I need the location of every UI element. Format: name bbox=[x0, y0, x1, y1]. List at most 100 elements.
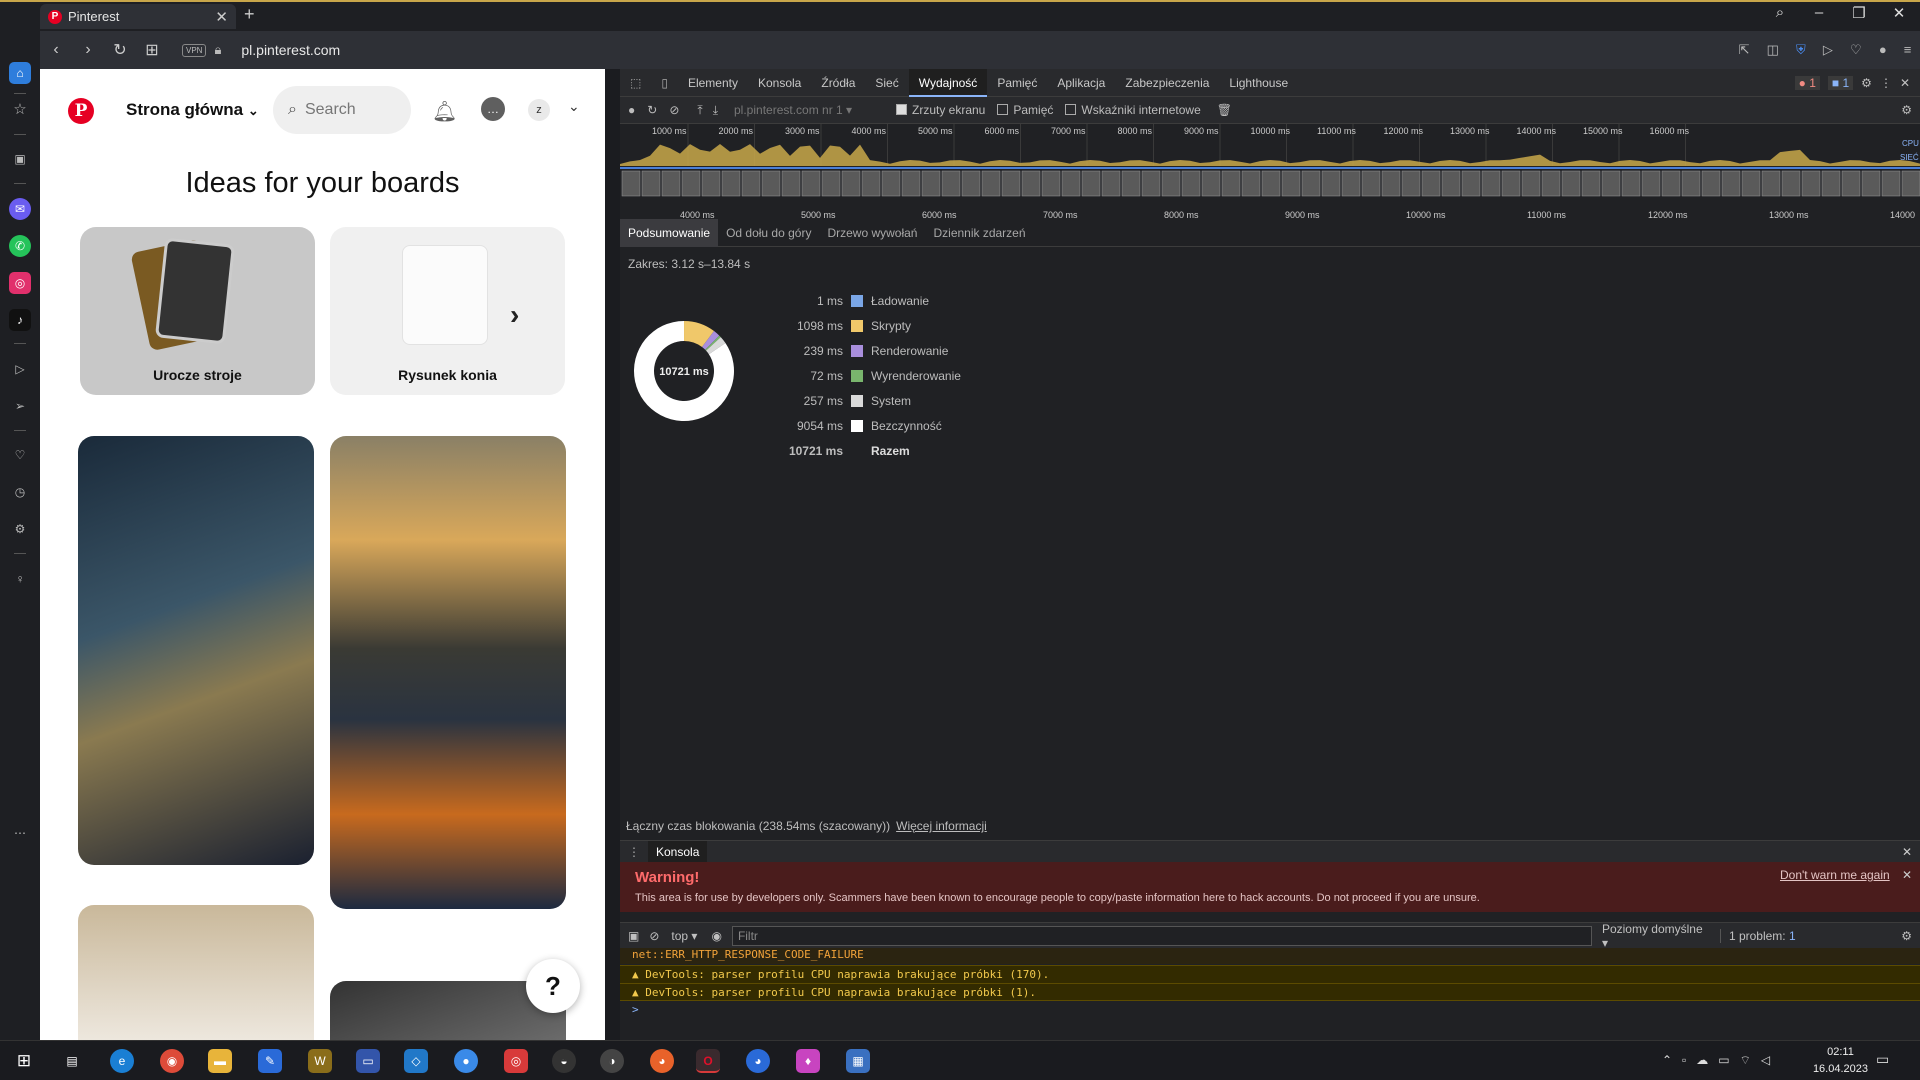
history-icon[interactable]: ◷ bbox=[9, 481, 31, 503]
whatsapp-icon[interactable]: ✆ bbox=[9, 235, 31, 257]
details-tab-1[interactable]: Od dołu do góry bbox=[718, 219, 819, 247]
device-toggle-icon[interactable]: ▯ bbox=[651, 69, 678, 97]
system-clock[interactable]: 02:11 16.04.2023 bbox=[1813, 1044, 1868, 1078]
globe-icon[interactable]: ◑ bbox=[600, 1049, 624, 1073]
context-select[interactable]: top ▾ bbox=[671, 929, 697, 943]
close-window-icon[interactable]: ✕ bbox=[1884, 4, 1914, 22]
more-icon[interactable]: ⋯ bbox=[9, 822, 31, 844]
devtools-close-icon[interactable]: ✕ bbox=[1900, 76, 1910, 90]
drawer-close-icon[interactable]: ✕ bbox=[1902, 845, 1912, 859]
messages-badge[interactable]: ■ 1 bbox=[1827, 75, 1854, 90]
player-icon[interactable]: ▷ bbox=[9, 358, 31, 380]
search-input[interactable]: ⌕ Search bbox=[273, 86, 411, 134]
devtools-tab-6[interactable]: Aplikacja bbox=[1047, 69, 1115, 97]
pin-image-coast[interactable] bbox=[330, 436, 566, 909]
reload-record-icon[interactable]: ↻ bbox=[647, 103, 657, 117]
heart-icon[interactable]: ♡ bbox=[9, 444, 31, 466]
devtools-tab-7[interactable]: Zabezpieczenia bbox=[1115, 69, 1219, 97]
checkbox-screenshots[interactable]: Zrzuty ekranu bbox=[884, 103, 985, 117]
record-icon[interactable]: ● bbox=[628, 103, 635, 117]
details-tab-2[interactable]: Drzewo wywołań bbox=[819, 219, 925, 247]
trash-icon[interactable]: 🗑︎ bbox=[1217, 103, 1232, 117]
menu-icon[interactable]: ≡ bbox=[1904, 42, 1912, 58]
devtools-tab-1[interactable]: Konsola bbox=[748, 69, 811, 97]
tiktok-icon[interactable]: ♪ bbox=[9, 309, 31, 331]
search-tabs-icon[interactable]: ⌕ bbox=[1765, 4, 1795, 21]
bell-icon[interactable]: 🔔︎ bbox=[432, 99, 457, 124]
app-icon[interactable]: ✎ bbox=[258, 1049, 282, 1073]
details-tab-0[interactable]: Podsumowanie bbox=[620, 218, 719, 247]
filter-input[interactable]: Filtr bbox=[731, 925, 1592, 946]
chevron-down-icon[interactable]: ⌄ bbox=[568, 98, 580, 115]
help-button[interactable]: ? bbox=[526, 959, 580, 1013]
capture-settings-icon[interactable]: ⚙ bbox=[1901, 103, 1912, 117]
browser-tab[interactable]: P Pinterest ✕ bbox=[40, 4, 236, 29]
devtools-tab-2[interactable]: Źródła bbox=[811, 69, 865, 97]
reload-icon[interactable]: ↻ bbox=[104, 40, 136, 60]
chrome-icon[interactable]: ◉ bbox=[160, 1049, 184, 1073]
firefox-icon[interactable]: ◕ bbox=[650, 1049, 674, 1073]
upload-icon[interactable]: ⤒ bbox=[697, 103, 702, 118]
drawer-menu-icon[interactable]: ⋮ bbox=[628, 845, 640, 859]
drop-app-icon[interactable]: ♦ bbox=[796, 1049, 820, 1073]
share-icon[interactable]: ⇱ bbox=[1739, 42, 1750, 58]
clear-icon[interactable]: ⊘ bbox=[669, 103, 679, 117]
camera-icon[interactable]: ◫ bbox=[1767, 42, 1779, 58]
vscode-icon[interactable]: ◇ bbox=[404, 1049, 428, 1073]
board-card-outfits[interactable]: Urocze stroje bbox=[80, 227, 315, 395]
tab-close-icon[interactable]: ✕ bbox=[215, 8, 228, 26]
tray-icons[interactable]: ⌃▫☁▭⌔◁ bbox=[1662, 1053, 1780, 1068]
avatar[interactable]: z bbox=[528, 99, 550, 121]
vpn-badge[interactable]: VPN bbox=[182, 43, 207, 57]
console-clear-icon[interactable]: ⊘ bbox=[649, 929, 659, 943]
home-icon[interactable]: ⌂ bbox=[9, 62, 31, 84]
devtools-tab-0[interactable]: Elementy bbox=[678, 69, 748, 97]
store-icon[interactable]: ▭ bbox=[356, 1049, 380, 1073]
windows-start-icon[interactable]: ⊞ bbox=[12, 1049, 36, 1073]
instagram-icon[interactable]: ◎ bbox=[9, 272, 31, 294]
board-card-horse-drawing[interactable]: Rysunek konia bbox=[330, 227, 565, 395]
home-dropdown[interactable]: Strona główna ⌄ bbox=[126, 100, 259, 120]
send-page-icon[interactable]: ▷ bbox=[1823, 42, 1833, 58]
timeline-overview[interactable]: 1000 ms 2000 ms 3000 ms 4000 ms 5000 ms 6000 … bbox=[620, 124, 1920, 284]
file-explorer-icon[interactable]: ▬ bbox=[208, 1049, 232, 1073]
forward-icon[interactable]: › bbox=[72, 41, 104, 59]
warning-close-icon[interactable]: ✕ bbox=[1902, 868, 1912, 882]
tabs-grid-icon[interactable]: ⊞ bbox=[136, 40, 168, 60]
minimize-icon[interactable]: – bbox=[1804, 4, 1834, 21]
bulb-icon[interactable]: ♀ bbox=[9, 568, 31, 590]
send-icon[interactable]: ➢ bbox=[9, 395, 31, 417]
chevron-right-icon[interactable]: › bbox=[510, 299, 519, 331]
issues-button[interactable]: 1 problem: 1 bbox=[1719, 928, 1796, 943]
bookmark-heart-icon[interactable]: ♡ bbox=[1850, 42, 1862, 58]
shield-icon[interactable]: ⛨ bbox=[1796, 42, 1806, 58]
settings-icon[interactable]: ⚙ bbox=[9, 518, 31, 540]
devtools-tab-3[interactable]: Sieć bbox=[865, 69, 908, 97]
edge-icon[interactable]: e bbox=[110, 1049, 134, 1073]
download-icon[interactable]: ⤓ bbox=[713, 103, 718, 118]
checkbox-web-vitals[interactable]: Wskaźniki internetowe bbox=[1053, 103, 1201, 117]
new-tab-button[interactable]: + bbox=[244, 4, 255, 25]
messages-icon[interactable]: … bbox=[481, 97, 505, 121]
calculator-icon[interactable]: ▦ bbox=[846, 1049, 870, 1073]
bag-icon[interactable]: ▣ bbox=[9, 148, 31, 170]
devtools-tab-5[interactable]: Pamięć bbox=[987, 69, 1047, 97]
star-icon[interactable]: ☆ bbox=[9, 99, 31, 121]
opera-taskbar-icon[interactable]: O bbox=[696, 1049, 720, 1073]
pin-image-dragon[interactable] bbox=[78, 436, 314, 865]
profile-icon[interactable]: ● bbox=[1879, 42, 1887, 58]
errors-badge[interactable]: ● 1 bbox=[1794, 75, 1820, 90]
devtools-settings-icon[interactable]: ⚙ bbox=[1861, 76, 1872, 90]
chat-app-icon[interactable]: ● bbox=[454, 1049, 478, 1073]
details-tab-3[interactable]: Dziennik zdarzeń bbox=[925, 219, 1033, 247]
red-app-icon[interactable]: ◎ bbox=[504, 1049, 528, 1073]
devtools-tab-4[interactable]: Wydajność bbox=[908, 68, 988, 97]
pin-image-cat[interactable] bbox=[78, 905, 314, 1040]
dont-warn-link[interactable]: Don't warn me again bbox=[1780, 868, 1890, 882]
notifications-icon[interactable]: ▭ bbox=[1876, 1051, 1889, 1068]
inspect-icon[interactable]: ⬚ bbox=[620, 69, 651, 97]
wow-icon[interactable]: W bbox=[308, 1049, 332, 1073]
github-icon[interactable]: ◒ bbox=[552, 1049, 576, 1073]
more-info-link[interactable]: Więcej informacji bbox=[896, 819, 987, 833]
console-prompt[interactable]: > bbox=[620, 1003, 1920, 1016]
